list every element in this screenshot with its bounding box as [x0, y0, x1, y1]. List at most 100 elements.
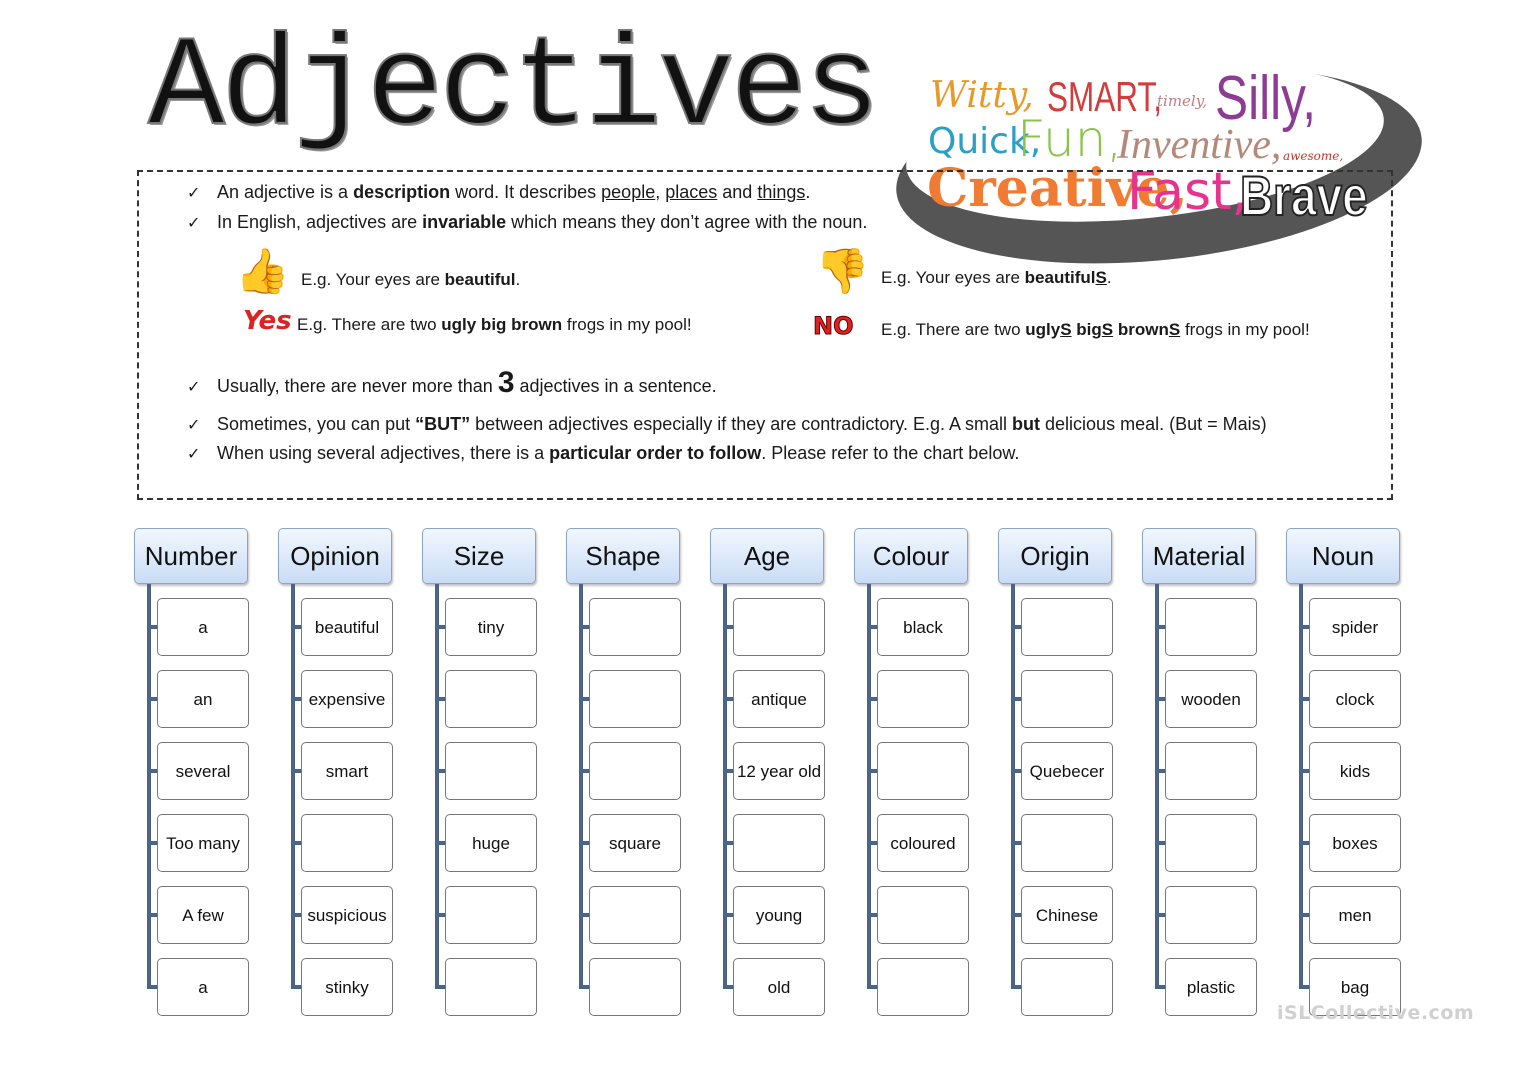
checkmark-icon: ✓ — [187, 446, 201, 463]
incorrect-example: E.g. There are two uglyS bigS brownS fro… — [881, 320, 1310, 339]
connector-tick — [291, 985, 301, 989]
chart-cell: Too many — [157, 814, 249, 872]
connector-tick — [723, 625, 733, 629]
column-header: Size — [422, 528, 536, 584]
chart-cell: huge — [445, 814, 537, 872]
connector-tick — [291, 841, 301, 845]
chart-cell — [877, 958, 969, 1016]
chart-cell: plastic — [1165, 958, 1257, 1016]
chart-cell: 12 year old — [733, 742, 825, 800]
column-header: Noun — [1286, 528, 1400, 584]
connector-tick — [579, 769, 589, 773]
checkmark-icon: ✓ — [187, 185, 201, 202]
connector-tick — [1299, 769, 1309, 773]
chart-cell: men — [1309, 886, 1401, 944]
rules-box: ✓ An adjective is a description word. It … — [137, 170, 1393, 500]
correct-example: E.g. There are two ugly big brown frogs … — [297, 315, 692, 334]
chart-cell: antique — [733, 670, 825, 728]
connector-tick — [723, 985, 733, 989]
chart-cell: Chinese — [1021, 886, 1113, 944]
chart-cell: a — [157, 598, 249, 656]
connector-line — [1155, 584, 1159, 987]
connector-tick — [867, 913, 877, 917]
connector-tick — [147, 697, 157, 701]
chart-cell: black — [877, 598, 969, 656]
connector-tick — [579, 841, 589, 845]
connector-tick — [1011, 913, 1021, 917]
chart-cell — [589, 958, 681, 1016]
rule-item: ✓ An adjective is a description word. It … — [187, 182, 811, 202]
chart-cell — [733, 814, 825, 872]
rule-item: ✓ When using several adjectives, there is… — [187, 443, 1020, 463]
connector-line — [1011, 584, 1015, 987]
chart-cell — [1165, 886, 1257, 944]
connector-line — [147, 584, 151, 987]
chart-cell — [445, 958, 537, 1016]
column-header: Opinion — [278, 528, 392, 584]
word-art-word: awesome, — [1283, 149, 1344, 163]
connector-tick — [147, 769, 157, 773]
connector-tick — [579, 985, 589, 989]
chart-cell — [877, 670, 969, 728]
connector-tick — [723, 697, 733, 701]
chart-cell: old — [733, 958, 825, 1016]
page-title: Adjectives — [147, 17, 881, 162]
connector-tick — [1299, 913, 1309, 917]
chart-cell: square — [589, 814, 681, 872]
connector-tick — [147, 913, 157, 917]
connector-tick — [1155, 625, 1165, 629]
chart-cell: Quebecer — [1021, 742, 1113, 800]
chart-cell: smart — [301, 742, 393, 800]
word-art-word: Witty, — [930, 75, 1034, 116]
column-header: Material — [1142, 528, 1256, 584]
chart-cell — [733, 598, 825, 656]
chart-column-origin: Origin Quebecer Chinese — [998, 528, 1142, 1018]
connector-line — [867, 584, 871, 987]
connector-tick — [1011, 625, 1021, 629]
connector-tick — [147, 985, 157, 989]
checkmark-icon: ✓ — [187, 379, 201, 396]
word-art-word: timely, — [1157, 92, 1207, 110]
column-header: Origin — [998, 528, 1112, 584]
connector-tick — [723, 841, 733, 845]
connector-tick — [435, 841, 445, 845]
no-label: NO — [813, 312, 854, 341]
chart-cell: wooden — [1165, 670, 1257, 728]
chart-cell: an — [157, 670, 249, 728]
chart-cell — [301, 814, 393, 872]
chart-cell: beautiful — [301, 598, 393, 656]
chart-cell — [589, 886, 681, 944]
connector-tick — [291, 625, 301, 629]
connector-tick — [1155, 913, 1165, 917]
correct-example: E.g. Your eyes are beautiful. — [301, 270, 521, 289]
chart-cell — [877, 742, 969, 800]
thumbs-up-icon: 👍 — [235, 247, 290, 296]
chart-cell — [1021, 958, 1113, 1016]
connector-tick — [579, 913, 589, 917]
connector-tick — [1155, 697, 1165, 701]
chart-column-number: Number a an several Too many A few a — [134, 528, 278, 1018]
chart-cell — [1165, 742, 1257, 800]
rule-item: ✓ Sometimes, you can put “BUT” between ad… — [187, 414, 1267, 434]
chart-column-shape: Shape square — [566, 528, 710, 1018]
connector-tick — [579, 697, 589, 701]
chart-cell: A few — [157, 886, 249, 944]
connector-tick — [435, 985, 445, 989]
column-header: Number — [134, 528, 248, 584]
chart-cell — [589, 598, 681, 656]
chart-cell — [877, 886, 969, 944]
connector-tick — [435, 625, 445, 629]
chart-cell — [445, 886, 537, 944]
connector-tick — [1299, 697, 1309, 701]
chart-cell: suspicious — [301, 886, 393, 944]
chart-cell — [1021, 598, 1113, 656]
connector-tick — [579, 625, 589, 629]
connector-tick — [435, 913, 445, 917]
connector-tick — [147, 841, 157, 845]
column-header: Colour — [854, 528, 968, 584]
chart-cell — [589, 742, 681, 800]
chart-cell — [1165, 814, 1257, 872]
watermark: iSLCollective.com — [1277, 1002, 1475, 1024]
chart-cell — [1165, 598, 1257, 656]
chart-cell: several — [157, 742, 249, 800]
